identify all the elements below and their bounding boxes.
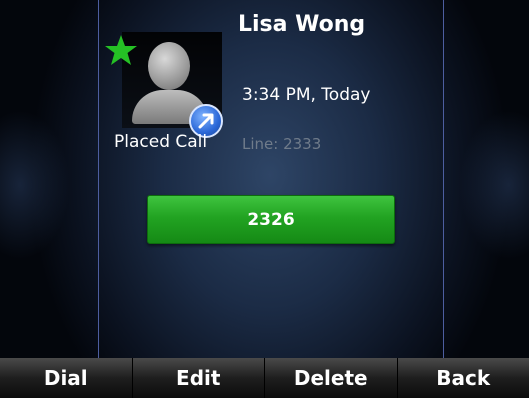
- star-icon: [105, 35, 137, 65]
- right-divider: [443, 0, 444, 358]
- left-glow: [0, 110, 70, 260]
- line-label: Line: 2333: [242, 135, 322, 153]
- softkey-bar: Dial Edit Delete Back: [0, 358, 529, 398]
- dial-number-button[interactable]: 2326: [147, 195, 395, 244]
- contact-name: Lisa Wong: [238, 12, 366, 37]
- call-type-label: Placed Call: [114, 132, 208, 152]
- call-time: 3:34 PM, Today: [242, 85, 371, 105]
- avatar-head: [148, 42, 190, 90]
- edit-softkey[interactable]: Edit: [133, 358, 265, 398]
- dial-softkey[interactable]: Dial: [0, 358, 133, 398]
- call-detail-screen: Lisa Wong 3:34 PM, Today Line: 2333 Plac…: [0, 0, 529, 358]
- back-softkey[interactable]: Back: [398, 358, 529, 398]
- left-divider: [98, 0, 99, 358]
- right-glow: [459, 110, 529, 260]
- delete-softkey[interactable]: Delete: [265, 358, 398, 398]
